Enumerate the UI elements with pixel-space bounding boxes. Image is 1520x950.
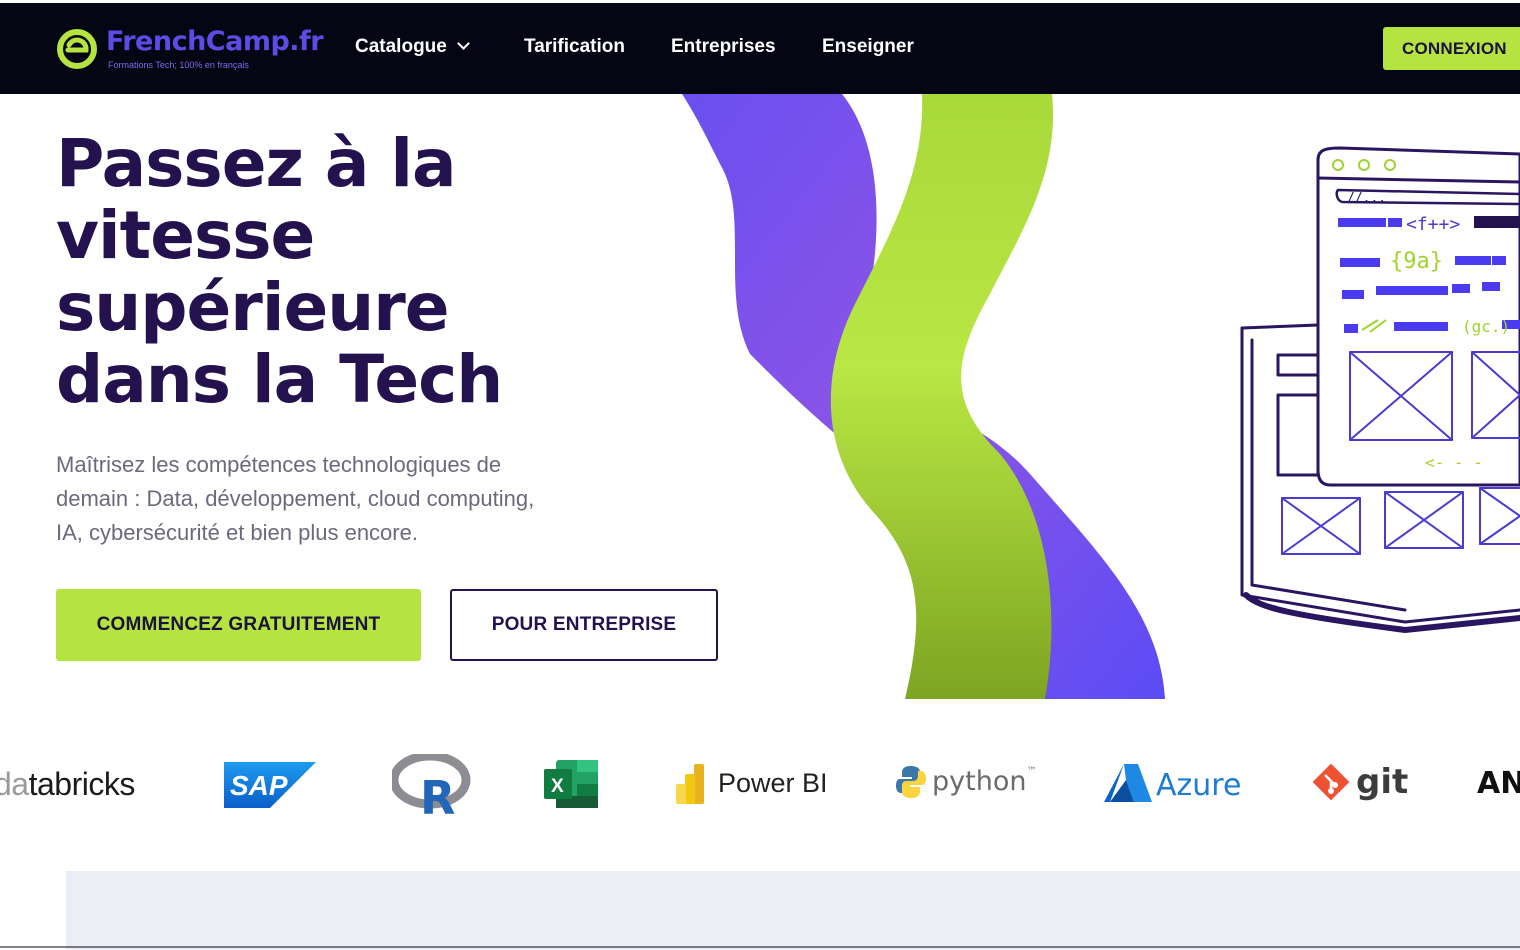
databricks-logo: databricks — [0, 766, 135, 803]
excel-logo: X — [544, 760, 598, 808]
code-snippet: <- - - — [1425, 453, 1483, 472]
git-icon — [1312, 763, 1350, 801]
partial-brand-logo: AN — [1477, 766, 1520, 801]
nav-catalogue-label: Catalogue — [355, 36, 447, 57]
nav-enseigner[interactable]: Enseigner — [822, 36, 914, 58]
hero-subtitle-line: demain : Data, développement, cloud comp… — [56, 486, 535, 511]
bottom-divider — [0, 946, 1520, 948]
code-snippet: {9a} — [1390, 249, 1443, 274]
python-logo-label: python™ — [932, 766, 1036, 797]
excel-logo-text: X — [551, 776, 564, 797]
nav-tarification[interactable]: Tarification — [524, 36, 625, 58]
git-logo-label: git — [1356, 762, 1409, 802]
site-logo[interactable]: FrenchCamp.fr Formations Tech; 100% en f… — [56, 26, 326, 76]
python-logo: python™ — [896, 764, 1036, 804]
hero-title-line: supérieure — [56, 269, 450, 346]
azure-icon — [1104, 764, 1152, 802]
powerbi-icon — [676, 764, 704, 804]
start-free-button[interactable]: COMMENCEZ GRATUITEMENT — [56, 589, 421, 661]
databricks-logo-part: tabricks — [28, 766, 136, 802]
next-section-panel — [66, 871, 1520, 950]
nav-entreprises[interactable]: Entreprises — [671, 36, 776, 58]
powerbi-logo: Power BI — [676, 764, 828, 804]
python-icon — [896, 766, 926, 798]
navbar: FrenchCamp.fr Formations Tech; 100% en f… — [0, 3, 1520, 94]
code-snippet: <f++> — [1406, 214, 1460, 235]
nav-catalogue[interactable]: Catalogue — [355, 36, 470, 58]
hero-subtitle: Maîtrisez les compétences technologiques… — [56, 448, 616, 550]
sap-logo-text: SAP — [230, 770, 288, 801]
hero-subtitle-line: IA, cybersécurité et bien plus encore. — [56, 520, 418, 545]
git-logo: git — [1312, 762, 1408, 806]
logo-tagline: Formations Tech; 100% en français — [108, 60, 249, 70]
hero-ribbon-graphic — [682, 94, 1165, 699]
code-snippet: //... — [1347, 191, 1386, 206]
code-snippet: (gc.) — [1462, 317, 1510, 336]
azure-logo: Azure — [1104, 764, 1241, 806]
hero-title: Passez à la vitesse supérieure dans la T… — [56, 128, 696, 416]
sap-logo: SAP — [224, 762, 316, 808]
chevron-down-icon — [456, 37, 470, 50]
frenchcamp-logo-icon — [57, 29, 97, 69]
python-logo-text: python — [932, 766, 1027, 797]
r-logo-text: R — [420, 771, 455, 816]
login-button[interactable]: CONNEXION — [1383, 27, 1520, 70]
powerbi-logo-label: Power BI — [718, 768, 828, 798]
hero-title-line: vitesse — [56, 197, 315, 274]
logo-name: FrenchCamp.fr — [106, 26, 324, 57]
hero-title-line: dans la Tech — [56, 341, 503, 418]
hero-title-line: Passez à la — [56, 125, 457, 202]
databricks-logo-part: da — [0, 766, 29, 802]
azure-logo-label: Azure — [1156, 768, 1242, 803]
laptop-code-illustration: <f++> //... {9a} (gc.) <- - - — [1240, 146, 1520, 633]
trademark-mark: ™ — [1026, 766, 1037, 777]
hero-subtitle-line: Maîtrisez les compétences technologiques… — [56, 452, 502, 477]
r-logo: R — [392, 754, 471, 816]
